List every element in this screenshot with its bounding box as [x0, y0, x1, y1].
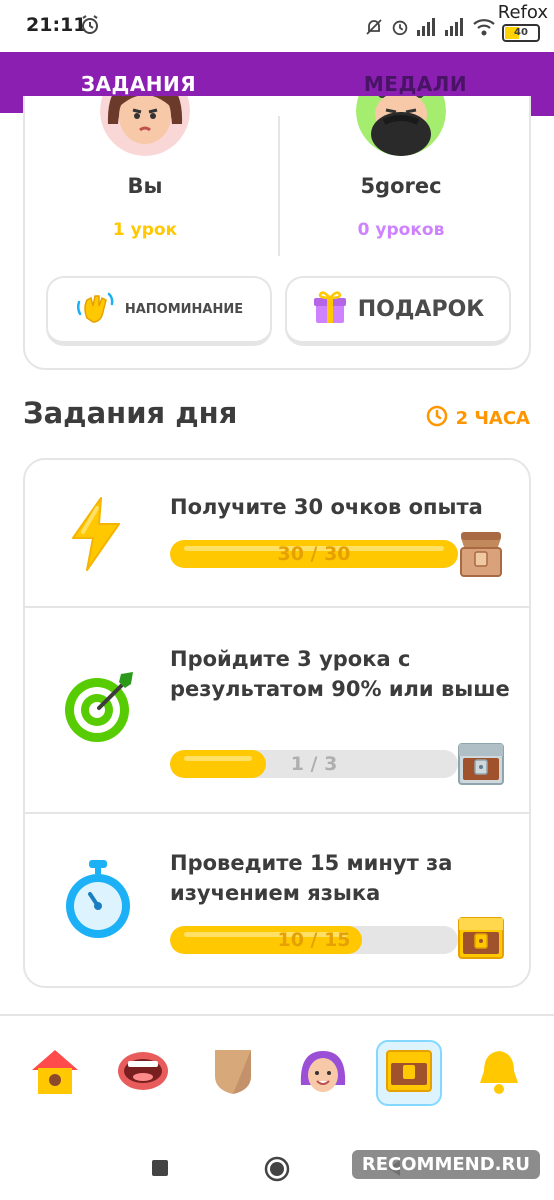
nav-league[interactable] — [200, 1040, 266, 1106]
gift-label: ПОДАРОК — [357, 297, 485, 322]
friend-other: 5gorec 0 уроков — [281, 96, 521, 240]
quest-progress-bar: 1 / 3 — [170, 750, 458, 778]
chest-locked-icon — [457, 914, 505, 966]
target-icon — [61, 666, 141, 750]
quest-progress-text: 30 / 30 — [277, 543, 351, 565]
quest-title: Проведите 15 минут за изучением языка — [170, 851, 453, 905]
signal-icon — [416, 18, 438, 40]
bottom-navigation — [0, 1014, 554, 1134]
mute-icon — [364, 17, 384, 41]
daily-quests-title: Задания дня — [23, 396, 238, 430]
quests-timer: 2 ЧАСА — [426, 405, 530, 432]
quest-title: Получите 30 очков опыта — [170, 495, 483, 519]
status-bar: 21:11 Refox 40 — [0, 0, 554, 52]
wifi-icon — [472, 18, 496, 40]
shield-icon — [211, 1046, 255, 1100]
chest-icon — [385, 1049, 433, 1097]
house-icon — [28, 1046, 82, 1100]
quest-progress-text: 1 / 3 — [290, 753, 338, 775]
quest-item: Пройдите 3 урока с результатом 90% или в… — [25, 608, 529, 814]
status-time: 21:11 — [26, 14, 87, 36]
waving-hand-icon — [75, 288, 115, 332]
quest-progress-bar: 10 / 15 — [170, 926, 458, 954]
stopwatch-icon — [61, 858, 135, 944]
gift-icon — [312, 289, 348, 331]
battery-icon: 40 — [502, 24, 540, 42]
quest-title: Пройдите 3 урока с результатом 90% или в… — [170, 647, 510, 701]
clock-icon — [426, 405, 448, 432]
avatar-icon — [297, 1045, 349, 1101]
daily-quests-card: Получите 30 очков опыта 30 / 30 Пройдите… — [23, 458, 531, 988]
nav-home[interactable] — [22, 1040, 88, 1106]
quest-item: Проведите 15 минут за изучением языка 10… — [25, 814, 529, 986]
alarm-icon — [80, 14, 100, 40]
nav-quests[interactable] — [376, 1040, 442, 1106]
friend-lesson-count: 0 уроков — [357, 220, 445, 240]
avatar[interactable] — [356, 96, 446, 156]
bell-icon — [476, 1047, 522, 1099]
timer-label: 2 ЧАСА — [455, 408, 530, 429]
quest-item: Получите 30 очков опыта 30 / 30 — [25, 460, 529, 608]
chest-locked-icon — [457, 740, 505, 792]
nav-profile[interactable] — [290, 1040, 356, 1106]
alarm-icon — [390, 17, 410, 41]
friend-name: 5gorec — [360, 174, 442, 198]
chest-open-icon — [457, 528, 505, 582]
gift-button[interactable]: ПОДАРОК — [285, 276, 511, 346]
nav-notifications[interactable] — [466, 1040, 532, 1106]
friend-me: Вы 1 урок — [25, 96, 265, 240]
system-navigation: RECOMMEND.RU — [0, 1136, 554, 1200]
avatar[interactable] — [100, 96, 190, 156]
nav-speaking[interactable] — [110, 1040, 176, 1106]
lightning-icon — [61, 494, 131, 578]
friend-quest-card: Вы 1 урок 5gorec 0 уроков НАПОМИНАНИЕ ПО… — [23, 96, 531, 370]
home-icon[interactable] — [264, 1156, 290, 1186]
recents-icon[interactable] — [150, 1158, 170, 1182]
mouth-icon — [116, 1049, 170, 1097]
friend-lesson-count: 1 урок — [112, 220, 178, 240]
divider — [278, 116, 280, 256]
watermark: RECOMMEND.RU — [351, 1150, 540, 1179]
friend-name: Вы — [127, 174, 163, 198]
signal-icon — [444, 18, 466, 40]
quest-progress-text: 10 / 15 — [277, 929, 351, 951]
reminder-button[interactable]: НАПОМИНАНИЕ — [46, 276, 272, 346]
quest-progress-bar: 30 / 30 — [170, 540, 458, 568]
reminder-label: НАПОМИНАНИЕ — [124, 302, 244, 317]
